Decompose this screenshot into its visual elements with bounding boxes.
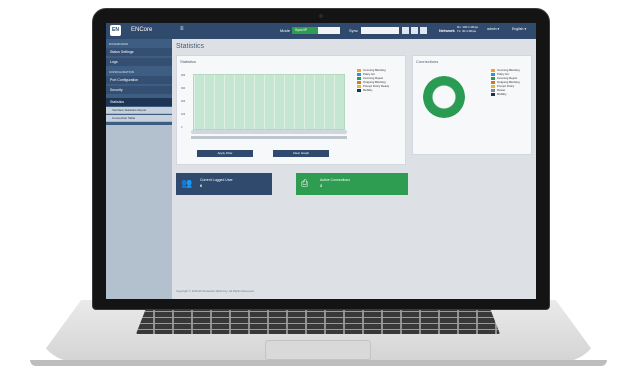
keyboard-rows [136, 306, 500, 334]
webcam [319, 14, 323, 18]
mode-toggle-track[interactable] [318, 27, 340, 34]
tile-value: 6 [200, 184, 202, 188]
sidebar-section-dashboard: DASHBOARD [109, 42, 129, 46]
mode-label: Mode [280, 28, 291, 33]
clear-graph-button[interactable]: Clear Graph [273, 150, 329, 157]
active-connections-tile[interactable]: ⎙ Active Connections 3 [296, 173, 408, 195]
statistics-graph-area [193, 74, 345, 130]
y-tick: 100 [181, 113, 186, 116]
legend-item: Mobility [491, 92, 520, 96]
app-header: EN ENCore ≡ Mode Sync/IP Sync Network Rx… [106, 23, 536, 39]
statistics-panel: Statistics 400 300 200 100 0 Incoming Bl… [176, 55, 406, 165]
network-stats: Rx: 100.1 Mbps Tx: 30.4 Mbps [457, 25, 478, 33]
legend-item: Mobility [357, 88, 389, 92]
sync-label: Sync [349, 28, 358, 33]
y-tick: 300 [181, 87, 186, 90]
sidebar-item-logs[interactable]: Logs [106, 58, 172, 66]
connections-panel: Connections Incoming Blocking Policy Hit… [412, 55, 532, 155]
apply-filter-button[interactable]: Apply Filter [197, 150, 253, 157]
graph-scrollbar[interactable] [191, 136, 347, 139]
logged-users-tile[interactable]: 👥 Current Logged User 6 [176, 173, 272, 195]
sidebar-item-status-settings[interactable]: Status Settings [106, 48, 172, 56]
sync-button-2[interactable] [411, 27, 418, 34]
cast-icon: ⎙ [301, 178, 309, 188]
sidebar-section-configuration: CONFIGURATION [109, 70, 134, 74]
page-title: Statistics [176, 43, 205, 50]
footer-copyright: Copyright © 2019 EN Networks (ENCore). A… [176, 289, 255, 293]
network-tx: Tx: 30.4 Mbps [457, 29, 477, 33]
tile-label: Active Connections [320, 178, 350, 182]
laptop-trackpad [265, 340, 371, 360]
app-name: ENCore [131, 27, 153, 33]
mode-toggle[interactable]: Sync/IP [292, 27, 318, 34]
network-label: Network [439, 28, 455, 33]
legend-label: Mobility [363, 88, 373, 92]
sidebar-subitem-connection-table[interactable]: Connection Table [106, 115, 172, 122]
legend-swatch [357, 88, 361, 92]
tile-value: 3 [320, 184, 322, 188]
legend-label: Mobility [497, 92, 507, 96]
sidebar: DASHBOARD Status Settings Logs CONFIGURA… [106, 39, 172, 299]
users-icon: 👥 [181, 178, 193, 188]
graph-floor [191, 130, 347, 134]
laptop-lid: EN ENCore ≡ Mode Sync/IP Sync Network Rx… [92, 8, 550, 310]
y-tick: 200 [181, 100, 186, 103]
statistics-legend: Incoming Blocking Policy Hit Incoming Re… [357, 68, 389, 92]
laptop-base-edge [30, 360, 607, 366]
app-logo: EN [110, 25, 121, 36]
sidebar-item-statistics[interactable]: Statistics [106, 98, 172, 106]
statistics-panel-title: Statistics [180, 59, 197, 64]
legend-swatch [491, 92, 495, 96]
connections-legend: Incoming Blocking Policy Hit Incoming Re… [491, 68, 520, 96]
y-tick: 400 [181, 74, 186, 77]
sidebar-item-port-configuration[interactable]: Port Configuration [106, 76, 172, 84]
connections-panel-title: Connections [416, 59, 439, 64]
sidebar-nav: DASHBOARD Status Settings Logs CONFIGURA… [106, 39, 172, 125]
language-menu-button[interactable]: English ▾ [512, 27, 526, 31]
sidebar-subitem-interface-statistics[interactable]: Interface Statistics Report [106, 107, 172, 114]
admin-menu-button[interactable]: admin ▾ [487, 27, 499, 31]
laptop-screen: EN ENCore ≡ Mode Sync/IP Sync Network Rx… [106, 23, 536, 299]
sync-input[interactable] [361, 27, 399, 34]
sync-button-1[interactable] [402, 27, 409, 34]
sync-button-3[interactable] [420, 27, 427, 34]
y-tick: 0 [181, 126, 183, 129]
hamburger-menu-icon[interactable]: ≡ [180, 26, 184, 32]
sidebar-item-security[interactable]: Security [106, 86, 172, 94]
main-content: Statistics Statistics 400 300 200 100 0 … [172, 39, 536, 299]
laptop-photo: EN ENCore ≡ Mode Sync/IP Sync Network Rx… [0, 0, 636, 378]
tile-label: Current Logged User [200, 178, 233, 182]
connections-donut-chart [423, 76, 465, 118]
